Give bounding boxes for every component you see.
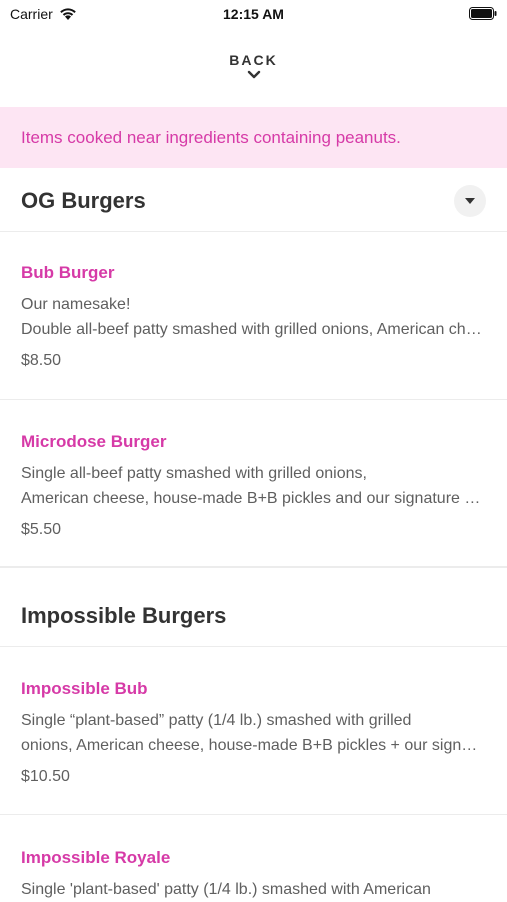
item-description-line: American cheese, house-made B+B pickles …	[21, 490, 486, 507]
item-description: Single all-beef patty smashed with grill…	[21, 461, 486, 511]
clock: 12:15 AM	[223, 6, 284, 22]
section-title: OG Burgers	[21, 187, 146, 213]
menu-item-bub-burger[interactable]: Bub Burger Our namesake! Double all-beef…	[0, 263, 507, 400]
item-description-line: Single “plant-based” patty (1/4 lb.) sma…	[21, 712, 412, 729]
caret-down-icon	[465, 197, 475, 204]
item-description: Our namesake! Double all-beef patty smas…	[21, 292, 486, 342]
section-header-og-burgers[interactable]: OG Burgers	[0, 170, 507, 232]
item-description-line: Double all-beef patty smashed with grill…	[21, 321, 486, 338]
collapse-toggle-button[interactable]	[454, 184, 486, 217]
item-description: Single 'plant-based' patty (1/4 lb.) sma…	[21, 877, 486, 902]
item-name: Bub Burger	[21, 263, 115, 282]
section-title: Impossible Burgers	[21, 602, 227, 628]
item-description-line: Our namesake!	[21, 296, 131, 313]
item-description: Single “plant-based” patty (1/4 lb.) sma…	[21, 708, 486, 758]
allergy-notice: Items cooked near ingredients containing…	[21, 127, 401, 147]
item-price: $10.50	[21, 768, 70, 785]
item-name: Microdose Burger	[21, 432, 167, 451]
menu-item-microdose-burger[interactable]: Microdose Burger Single all-beef patty s…	[0, 432, 507, 568]
section-header-impossible-burgers[interactable]: Impossible Burgers	[0, 585, 507, 647]
item-name: Impossible Royale	[21, 848, 171, 867]
item-name: Impossible Bub	[21, 679, 148, 698]
back-button[interactable]: BACK	[0, 50, 507, 92]
item-price: $5.50	[21, 521, 62, 538]
item-description-line: Single 'plant-based' patty (1/4 lb.) sma…	[21, 881, 431, 898]
item-description-line: onions, American cheese, house-made B+B …	[21, 737, 486, 754]
menu-item-impossible-bub[interactable]: Impossible Bub Single “plant-based” patt…	[0, 679, 507, 815]
battery-icon	[469, 7, 497, 20]
item-price: $8.50	[21, 352, 62, 369]
status-bar: Carrier 12:15 AM	[0, 0, 507, 28]
chevron-down-icon	[247, 70, 260, 79]
back-label: BACK	[229, 52, 278, 68]
menu-item-impossible-royale[interactable]: Impossible Royale Single 'plant-based' p…	[0, 848, 507, 900]
allergy-banner: Items cooked near ingredients containing…	[0, 107, 507, 168]
item-description-line: Single all-beef patty smashed with grill…	[21, 465, 367, 482]
